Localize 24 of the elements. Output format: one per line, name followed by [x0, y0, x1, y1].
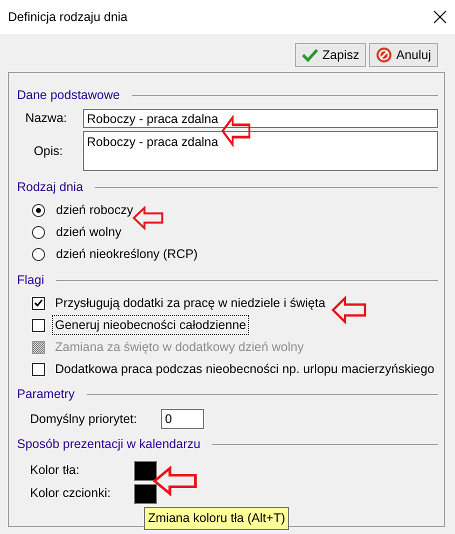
window-title: Definicja rodzaju dnia	[8, 8, 128, 26]
section-heading: Sposób prezentacji w kalendarzu	[17, 436, 200, 453]
save-button[interactable]: Zapisz	[295, 43, 366, 67]
field-label: Nazwa:	[24, 110, 67, 128]
section-heading: Dane podstawowe	[17, 86, 120, 104]
cancel-button[interactable]: Anuluj	[369, 43, 438, 67]
option-label: Przysługują dodatki za pracę w niedziele i święta	[54, 294, 326, 312]
field-label: Kolor tła:	[30, 462, 80, 480]
field-label: Domyślny priorytet:	[30, 410, 138, 428]
option-label: dzień nieokreślony (RCP)	[55, 246, 199, 263]
field-label: Opis:	[32, 142, 63, 160]
field-label: Kolor czcionki:	[30, 485, 112, 502]
section-heading: Parametry	[17, 386, 75, 403]
option-label: Dodatkowa praca podczas nieobecności np. urlopu macierzyńskiego	[54, 360, 436, 378]
option-label: Generuj nieobecności całodzienne	[53, 316, 248, 334]
description-field[interactable]: Roboczy - praca zdalna	[82, 131, 438, 171]
option-label: dzień wolny	[55, 224, 122, 241]
priority-field[interactable]: 0	[161, 409, 204, 429]
option-label: Zamiana za święto w dodatkowy dzień wolny	[54, 338, 305, 356]
option-label: dzień roboczy	[55, 202, 134, 219]
name-field[interactable]: Roboczy - praca zdalna	[82, 109, 438, 128]
section-heading: Rodzaj dnia	[17, 178, 84, 196]
tooltip: Zmiana koloru tła (Alt+T)	[144, 507, 290, 530]
section-heading: Flagi	[17, 272, 44, 289]
